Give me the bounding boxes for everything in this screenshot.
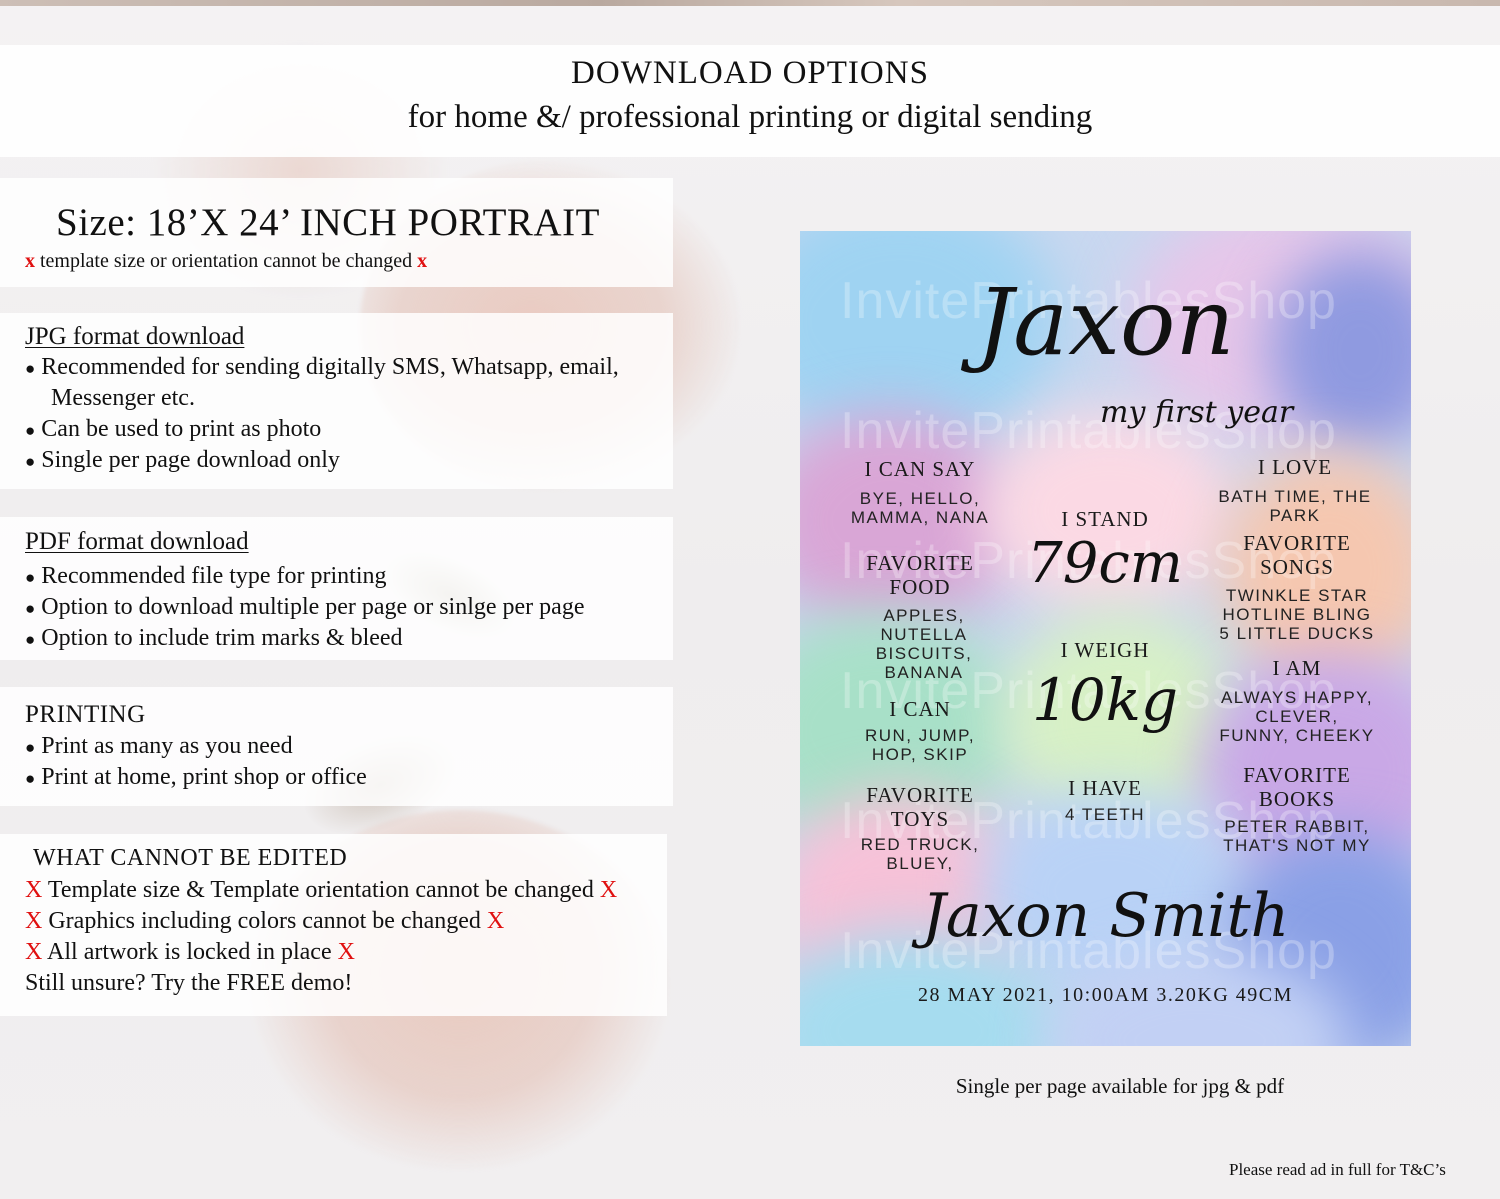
left-value: APPLES, NUTELLA BISCUITS, BANANA bbox=[875, 606, 973, 682]
bullet-icon: ● bbox=[25, 452, 36, 471]
list-item: ● Can be used to print as photo bbox=[25, 416, 322, 442]
poster-name: Jaxon bbox=[976, 269, 1235, 376]
jpg-panel: JPG format download ● Recommended for se… bbox=[0, 313, 673, 489]
list-item: ● Option to download multiple per page o… bbox=[25, 594, 585, 620]
right-value: TWINKLE STAR HOTLINE BLING 5 LITTLE DUCK… bbox=[1219, 586, 1375, 643]
size-note-text: template size or orientation cannot be c… bbox=[40, 250, 413, 272]
red-x-mark: X bbox=[486, 908, 505, 934]
red-x-mark: X bbox=[337, 939, 355, 965]
list-item: ● Recommended file type for printing bbox=[25, 563, 387, 589]
red-x-mark: X bbox=[599, 877, 618, 903]
bullet-icon: ● bbox=[25, 359, 36, 378]
have-value: 4 TEETH bbox=[1064, 805, 1146, 824]
printing-title: PRINTING bbox=[25, 701, 146, 728]
preview-caption: Single per page available for jpg & pdf bbox=[955, 1074, 1285, 1098]
bullet-icon: ● bbox=[25, 738, 36, 757]
right-value: ALWAYS HAPPY, CLEVER, FUNNY, CHEEKY bbox=[1219, 688, 1375, 745]
left-heading: I CAN bbox=[889, 697, 951, 721]
free-demo-note: Still unsure? Try the FREE demo! bbox=[25, 970, 353, 996]
list-item: X All artwork is locked in place X bbox=[25, 939, 355, 965]
have-label: I HAVE bbox=[1068, 776, 1142, 800]
red-x-mark: X bbox=[25, 939, 43, 965]
red-x-mark: x bbox=[417, 250, 428, 272]
red-x-mark: X bbox=[25, 908, 43, 934]
left-value: RUN, JUMP, HOP, SKIP bbox=[864, 726, 976, 764]
bullet-icon: ● bbox=[25, 568, 36, 587]
red-x-mark: x bbox=[25, 250, 35, 272]
size-panel: Size: 18’X 24’ INCH PORTRAIT x template … bbox=[0, 178, 673, 287]
weigh-label: I WEIGH bbox=[1060, 638, 1150, 662]
list-item: ● Print at home, print shop or office bbox=[25, 764, 367, 790]
stand-value: 79cm bbox=[1027, 531, 1183, 596]
jpg-title: JPG format download bbox=[25, 323, 245, 350]
bullet-icon: ● bbox=[25, 599, 36, 618]
printing-panel: PRINTING ● Print as many as you need ● P… bbox=[0, 687, 673, 806]
right-heading: FAVORITE BOOKS bbox=[1243, 763, 1351, 811]
pdf-panel: PDF format download ● Recommended file t… bbox=[0, 517, 673, 660]
birth-details: 28 MAY 2021, 10:00AM 3.20KG 49CM bbox=[918, 984, 1293, 1006]
header-panel: DOWNLOAD OPTIONS for home &/ professiona… bbox=[0, 45, 1500, 157]
red-x-mark: X bbox=[25, 877, 43, 903]
bullet-icon: ● bbox=[25, 769, 36, 788]
list-item: ● Option to include trim marks & bleed bbox=[25, 625, 403, 651]
bullet-icon: ● bbox=[25, 421, 36, 440]
left-heading: FAVORITE FOOD bbox=[866, 551, 974, 599]
list-item: ● Single per page download only bbox=[25, 447, 340, 473]
size-title: Size: 18’X 24’ INCH PORTRAIT bbox=[56, 201, 600, 244]
header-subtitle: for home &/ professional printing or dig… bbox=[407, 99, 1093, 135]
pdf-title: PDF format download bbox=[25, 528, 249, 555]
poster-full-name: Jaxon Smith bbox=[921, 881, 1290, 951]
list-item: Messenger etc. bbox=[51, 385, 195, 411]
cannot-edit-title: WHAT CANNOT BE EDITED bbox=[33, 845, 348, 871]
right-value: BATH TIME, THE PARK bbox=[1218, 487, 1372, 525]
header-title: DOWNLOAD OPTIONS bbox=[571, 55, 929, 91]
list-item: ● Recommended for sending digitally SMS,… bbox=[25, 354, 619, 380]
list-item: X Graphics including colors cannot be ch… bbox=[25, 908, 505, 934]
top-photo-strip bbox=[0, 0, 1500, 6]
right-heading: I AM bbox=[1272, 656, 1322, 680]
left-heading: FAVORITE TOYS bbox=[866, 783, 974, 831]
right-heading: I LOVE bbox=[1257, 455, 1333, 479]
left-heading: I CAN SAY bbox=[864, 457, 976, 481]
right-heading: FAVORITE SONGS bbox=[1243, 531, 1351, 579]
left-value: BYE, HELLO, MAMMA, NANA bbox=[850, 489, 990, 527]
cannot-edit-panel: WHAT CANNOT BE EDITED X Template size & … bbox=[0, 834, 667, 1016]
size-note: x template size or orientation cannot be… bbox=[25, 250, 427, 273]
footer-note: Please read ad in full for T&C’s bbox=[1229, 1160, 1446, 1179]
bullet-icon: ● bbox=[25, 630, 36, 649]
poster-preview: InvitePrintablesShop InvitePrintablesSho… bbox=[800, 231, 1411, 1046]
weigh-value: 10kg bbox=[1031, 666, 1179, 734]
left-value: RED TRUCK, BLUEY, bbox=[860, 835, 980, 873]
list-item: X Template size & Template orientation c… bbox=[25, 877, 618, 903]
poster-subtitle: my first year bbox=[1100, 395, 1294, 430]
list-item: ● Print as many as you need bbox=[25, 733, 293, 759]
right-value: PETER RABBIT, THAT'S NOT MY bbox=[1223, 817, 1371, 855]
stand-label: I STAND bbox=[1061, 507, 1149, 531]
